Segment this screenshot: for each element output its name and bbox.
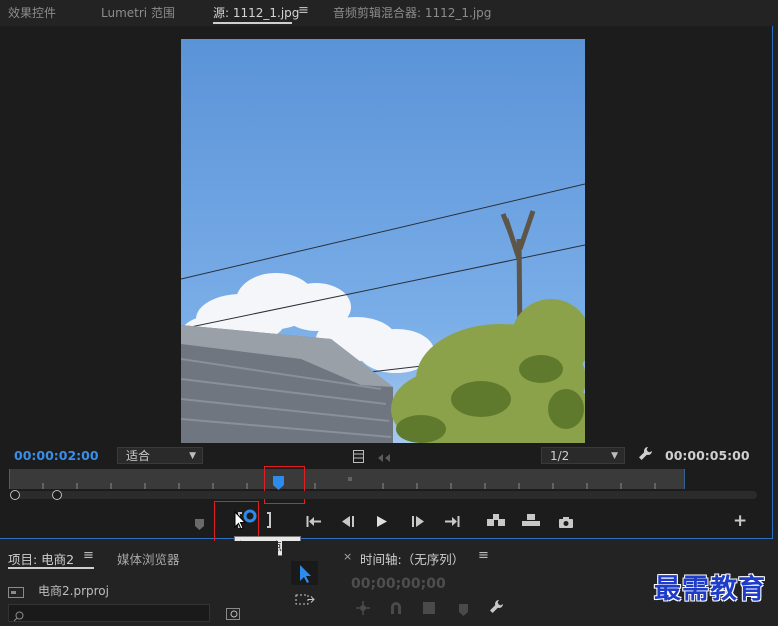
add-marker-timeline-icon[interactable]	[422, 600, 436, 619]
timeline-title: 时间轴:（无序列）	[360, 552, 465, 567]
tab-effect-controls[interactable]: 效果控件	[8, 4, 56, 21]
tab-media-browser[interactable]: 媒体浏览器	[117, 549, 180, 568]
tab-source[interactable]: 源: 1112_1.jpg	[213, 4, 299, 21]
project-file-icon	[8, 583, 24, 602]
search-icon	[13, 607, 24, 626]
tab-project[interactable]: 项目: 电商2	[8, 549, 74, 568]
add-marker-icon[interactable]	[195, 515, 205, 534]
watermark-logo: 最需教育	[654, 574, 766, 605]
add-button-icon[interactable]: +	[733, 511, 747, 531]
bin-search-icon[interactable]	[226, 605, 240, 624]
overwrite-icon[interactable]	[521, 512, 541, 531]
mark-out-button[interactable]	[265, 512, 273, 532]
linked-selection-icon[interactable]	[389, 600, 403, 619]
zoom-fit-select[interactable]: 适合 ▼	[117, 447, 203, 464]
play-icon[interactable]	[376, 513, 388, 532]
project-file-name: 电商2.prproj	[38, 584, 109, 598]
timeline-close-icon[interactable]: ×	[343, 550, 352, 563]
tools-panel	[282, 541, 326, 619]
chevron-down-icon: ▼	[189, 451, 196, 461]
zoom-handle-left[interactable]	[10, 490, 20, 500]
tab-audio-clip-mixer[interactable]: 音频剪辑混合器: 1112_1.jpg	[333, 4, 491, 21]
selection-arrow-icon	[300, 565, 311, 583]
drag-video-icon[interactable]	[377, 449, 393, 468]
marker-icon[interactable]	[459, 601, 469, 620]
go-to-out-icon[interactable]	[444, 513, 460, 532]
timeline-settings-wrench-icon[interactable]	[489, 599, 504, 618]
step-forward-icon[interactable]	[411, 513, 425, 532]
time-ruler[interactable]	[8, 469, 686, 489]
export-frame-camera-icon[interactable]	[558, 513, 574, 532]
project-search-input[interactable]	[8, 604, 210, 622]
top-tab-bar: 效果控件 Lumetri 范围 源: 1112_1.jpg ≡ 音频剪辑混合器:…	[0, 0, 778, 26]
selection-tool-button[interactable]	[291, 561, 318, 585]
video-frame-image	[181, 39, 585, 443]
project-panel: 项目: 电商2 ≡ 媒体浏览器 电商2.prproj	[0, 541, 278, 622]
timeline-panel: × 时间轴:（无序列） ≡ 00;00;00;00 最需教育	[332, 541, 778, 619]
snap-icon[interactable]	[356, 600, 370, 619]
playback-resolution-value: 1/2	[550, 449, 570, 463]
duration-timecode: 00:00:05:00	[665, 448, 750, 463]
settings-wrench-icon[interactable]	[638, 446, 653, 465]
zoom-handle-right[interactable]	[52, 490, 62, 500]
insert-icon[interactable]	[486, 512, 506, 531]
project-tab-underline	[8, 567, 94, 569]
timeline-timecode: 00;00;00;00	[351, 576, 446, 592]
current-timecode[interactable]: 00:00:02:00	[14, 448, 99, 463]
active-tab-underline	[213, 22, 292, 24]
go-to-in-icon[interactable]	[306, 513, 322, 532]
zoom-scrollbar[interactable]	[15, 491, 757, 499]
source-panel-menu-icon[interactable]: ≡	[298, 3, 309, 18]
tab-lumetri-scopes[interactable]: Lumetri 范围	[101, 4, 175, 21]
chevron-down-icon: ▼	[611, 451, 618, 461]
source-video-frame	[181, 39, 585, 443]
timeline-menu-icon[interactable]: ≡	[478, 548, 489, 563]
film-strip-icon[interactable]	[353, 448, 364, 467]
project-panel-menu-icon[interactable]: ≡	[83, 548, 94, 563]
playback-resolution-select[interactable]: 1/2 ▼	[541, 447, 625, 464]
track-select-tool-icon[interactable]	[295, 592, 317, 611]
zoom-fit-value: 适合	[126, 449, 151, 463]
step-back-icon[interactable]	[341, 513, 355, 532]
time-ruler-ticks	[8, 469, 686, 489]
